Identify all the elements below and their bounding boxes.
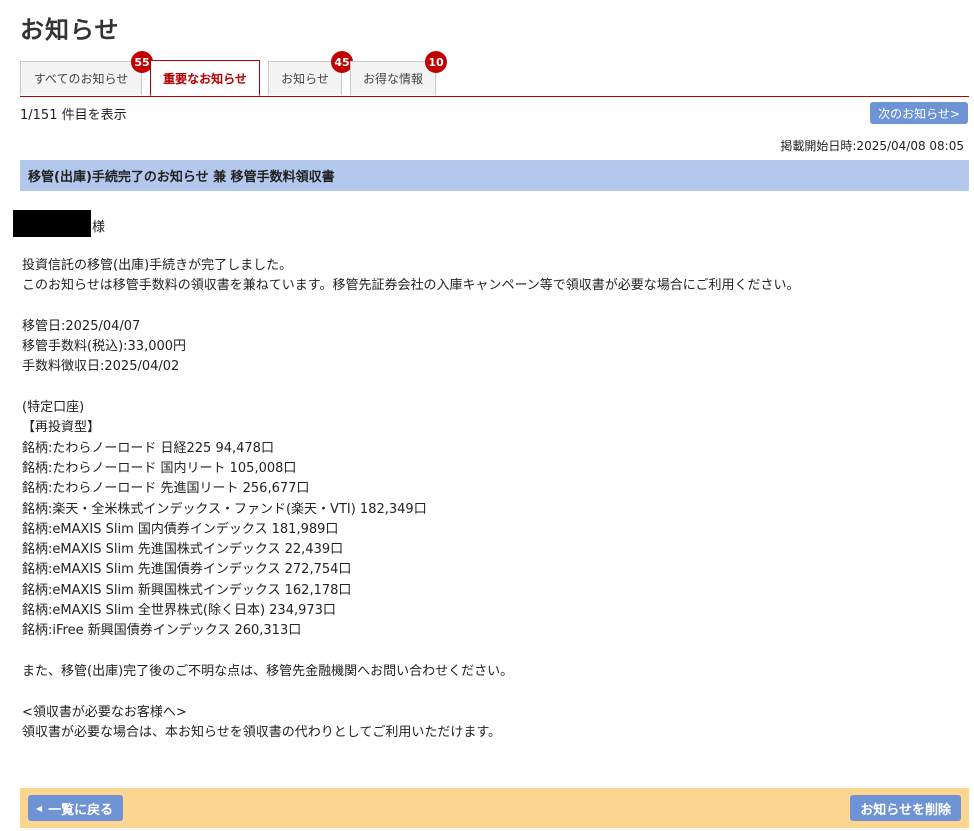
message-body-line: 銘柄:eMAXIS Slim 先進国債券インデックス 272,754口 xyxy=(22,562,352,578)
message-body-line xyxy=(22,378,962,398)
message-body-line: 銘柄:iFree 新興国債券インデックス 260,313口 xyxy=(22,623,302,639)
result-count: 1/151 件目を表示 xyxy=(20,108,127,123)
message-body-line: 手数料徴収日:2025/04/02 xyxy=(22,359,180,375)
back-to-list-label: 一覧に戻る xyxy=(48,802,114,818)
message-body-line: 銘柄:eMAXIS Slim 国内債券インデックス 181,989口 xyxy=(22,521,339,537)
message-body-line: 銘柄:eMAXIS Slim 全世界株式(除く日本) 234,973口 xyxy=(22,603,336,619)
page-title: お知らせ xyxy=(20,16,120,44)
message-body-line: 移管手数料(税込):33,000円 xyxy=(22,339,187,355)
message-body-line xyxy=(22,297,962,317)
posted-datetime: 掲載開始日時:2025/04/08 08:05 xyxy=(780,139,964,153)
message-body-line: 銘柄:たわらノーロード 日経225 94,478口 xyxy=(22,440,274,456)
back-arrow-icon: ◀ xyxy=(36,803,43,813)
tab-label: お得な情報 xyxy=(362,72,423,86)
message-body-line: 銘柄:eMAXIS Slim 新興国株式インデックス 162,178口 xyxy=(22,582,352,598)
message-body-line: 投資信託の移管(出庫)手続きが完了しました。 xyxy=(22,258,293,273)
back-to-list-button[interactable]: ◀ 一覧に戻る xyxy=(28,795,124,821)
message-subject: 移管(出庫)手続完了のお知らせ 兼 移管手数料領収書 xyxy=(20,160,969,191)
message-body-line: 銘柄:楽天・全米株式インデックス・ファンド(楽天・VTI) 182,349口 xyxy=(22,501,427,517)
message-body-line: (特定口座) xyxy=(22,400,85,416)
tab-label: お知らせ xyxy=(281,72,329,86)
tab-all-notices[interactable]: すべてのお知らせ 55 xyxy=(20,51,153,95)
tab-notices[interactable]: お知らせ 45 xyxy=(268,51,353,95)
message-body-line: 銘柄:たわらノーロード 国内リート 105,008口 xyxy=(22,460,297,476)
message-body-line xyxy=(22,682,962,702)
footer-action-bar: ◀ 一覧に戻る お知らせを削除 xyxy=(20,788,969,828)
message-body-line: 【再投資型】 xyxy=(22,420,101,436)
recipient-honorific: 様 xyxy=(92,220,106,235)
tab-deals[interactable]: お得な情報 10 xyxy=(350,51,447,95)
message-body-line: 移管日:2025/04/07 xyxy=(22,318,141,334)
message-body-line: 銘柄:たわらノーロード 先進国リート 256,677口 xyxy=(22,481,310,497)
tab-label: すべてのお知らせ xyxy=(33,72,129,86)
unread-count-badge: 10 xyxy=(425,51,447,73)
message-body-line: 領収書が必要な場合は、本お知らせを領収書の代わりとしてご利用いただけます。 xyxy=(22,724,502,740)
message-body: 投資信託の移管(出庫)手続きが完了しました。このお知らせは移管手数料の領収書を兼… xyxy=(22,256,962,743)
delete-notice-button[interactable]: お知らせを削除 xyxy=(850,795,961,821)
notice-tabs: すべてのお知らせ 55 重要なお知らせ お知らせ 45 お得な情報 10 xyxy=(20,51,969,97)
redacted-recipient-name xyxy=(13,210,91,237)
message-body-line xyxy=(22,642,962,662)
tab-important-notices[interactable]: 重要なお知らせ xyxy=(150,60,260,96)
message-body-line: また、移管(出庫)完了後のご不明な点は、移管先金融機関へお問い合わせください。 xyxy=(22,663,514,679)
message-body-line: このお知らせは移管手数料の領収書を兼ねています。移管先証券会社の入庫キャンペーン… xyxy=(22,278,800,294)
message-body-line: 銘柄:eMAXIS Slim 先進国株式インデックス 22,439口 xyxy=(22,542,344,558)
next-notice-button[interactable]: 次のお知らせ> xyxy=(870,102,968,124)
tab-label: 重要なお知らせ xyxy=(163,71,247,86)
message-body-line: <領収書が必要なお客様へ> xyxy=(22,704,187,720)
